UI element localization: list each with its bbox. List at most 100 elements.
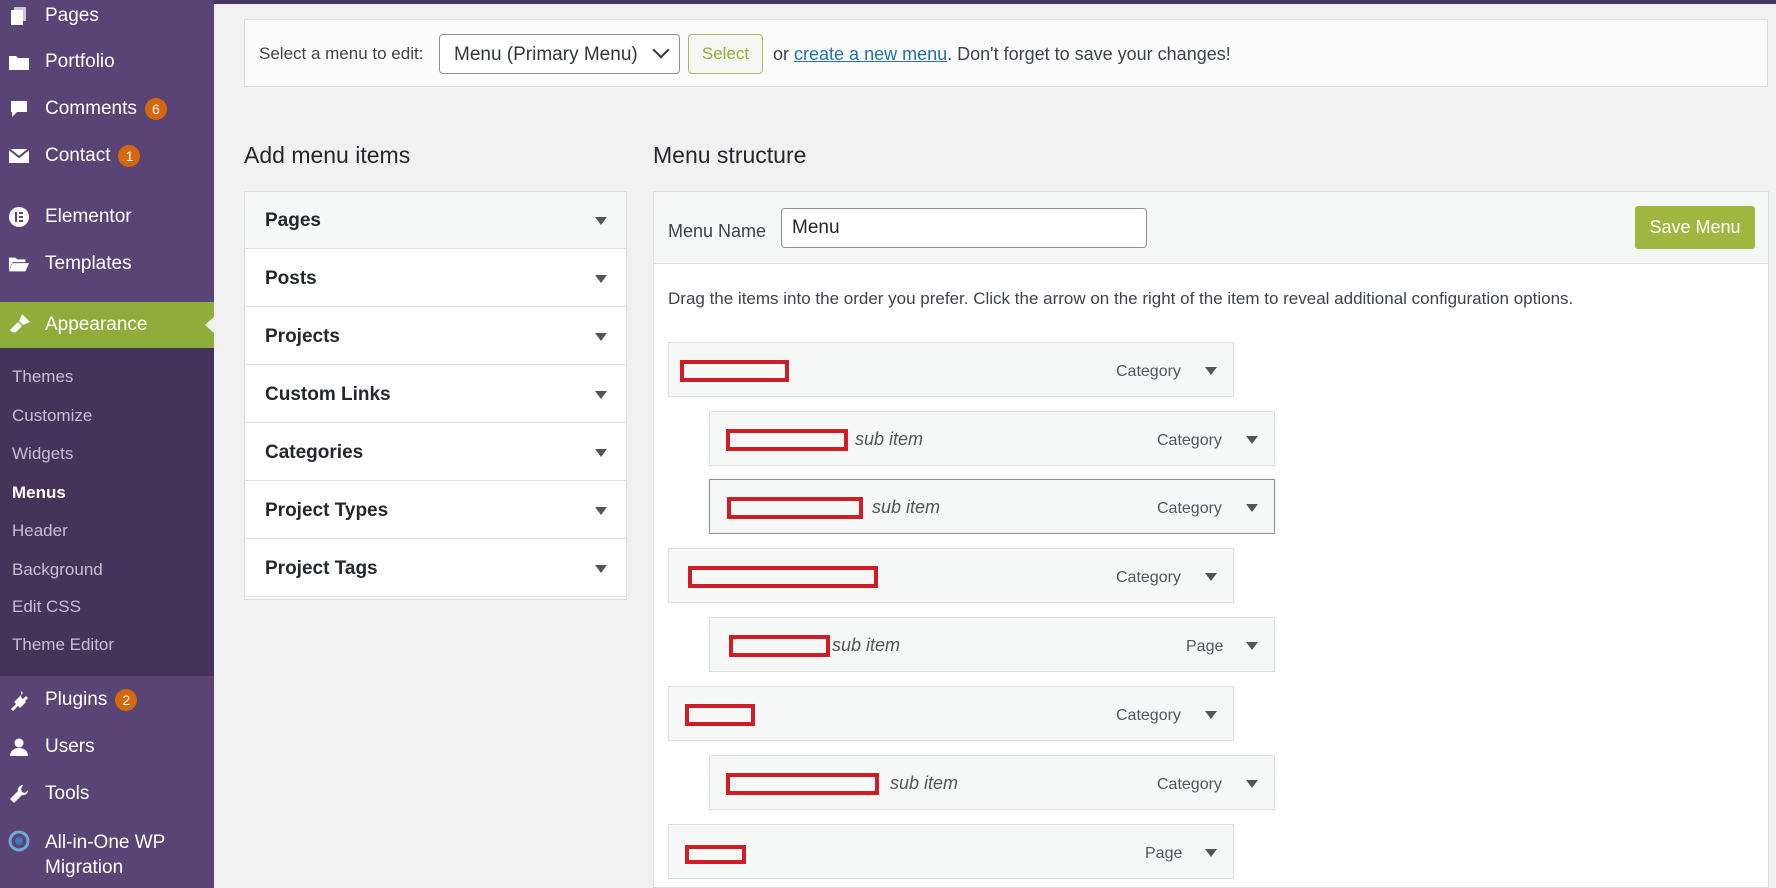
triangle-down-icon[interactable]	[595, 449, 607, 457]
admin-top-strip	[0, 0, 1776, 4]
triangle-down-icon[interactable]	[595, 565, 607, 573]
sidebar-item-elementor[interactable]: Elementor	[0, 197, 214, 237]
menu-structure-panel: Menu Name Save Menu Drag the items into …	[653, 191, 1769, 888]
plugins-update-badge: 2	[115, 688, 138, 711]
redacted-title	[729, 635, 830, 657]
sidebar-item-label: Appearance	[45, 314, 148, 335]
chevron-down-icon	[652, 41, 670, 59]
sidebar-item-contact[interactable]: Contact 1	[0, 136, 214, 176]
menu-item-type: Category	[1116, 363, 1181, 380]
accordion-section-project-tags[interactable]: Project Tags	[245, 540, 626, 597]
menu-item-type: Category	[1157, 500, 1222, 517]
sidebar-item-label-line2: Migration	[45, 857, 124, 878]
sidebar-item-portfolio[interactable]: Portfolio	[0, 42, 214, 82]
sidebar-item-templates[interactable]: Templates	[0, 244, 214, 284]
sidebar-item-label: All-in-One WP	[45, 832, 166, 853]
redacted-title	[685, 845, 746, 864]
triangle-down-icon[interactable]	[595, 275, 607, 283]
select-button[interactable]: Select	[688, 34, 763, 74]
sub-item-label: sub item	[832, 635, 901, 655]
submenu-item-header[interactable]: Header	[12, 521, 68, 541]
accordion-section-projects[interactable]: Projects	[245, 308, 626, 365]
submenu-item-background[interactable]: Background	[12, 560, 103, 580]
expand-arrow-icon[interactable]	[1201, 845, 1221, 861]
triangle-down-icon[interactable]	[595, 391, 607, 399]
triangle-down-icon[interactable]	[595, 217, 607, 225]
accordion-section-title: Categories	[265, 442, 364, 463]
sidebar-item-users[interactable]: Users	[0, 727, 214, 767]
menu-item[interactable]: sub item Category	[709, 755, 1275, 810]
comments-count-badge: 6	[144, 97, 167, 120]
redacted-title	[680, 360, 789, 382]
expand-arrow-icon[interactable]	[1201, 707, 1221, 723]
menu-instructions: Drag the items into the order you prefer…	[668, 289, 1574, 308]
add-menu-items-accordion: Pages Posts Projects Custom Links Catego…	[244, 191, 627, 600]
menu-item[interactable]: Category	[668, 342, 1234, 397]
menu-name-input[interactable]	[781, 208, 1147, 248]
expand-arrow-icon[interactable]	[1201, 363, 1221, 379]
folder-icon	[8, 51, 30, 73]
sidebar-item-label: Comments	[45, 98, 137, 119]
sidebar-item-label: Portfolio	[45, 51, 115, 72]
menu-item[interactable]: sub item Category	[709, 411, 1275, 466]
menu-item[interactable]: sub item Category	[709, 479, 1275, 534]
accordion-section-posts[interactable]: Posts	[245, 250, 626, 307]
menu-name-label: Menu Name	[668, 221, 767, 241]
expand-arrow-icon[interactable]	[1242, 432, 1262, 448]
menu-item-type: Page	[1186, 638, 1224, 655]
redacted-title	[726, 429, 848, 451]
expand-arrow-icon[interactable]	[1201, 569, 1221, 585]
sub-item-label: sub item	[855, 429, 924, 449]
expand-arrow-icon[interactable]	[1242, 500, 1262, 516]
menu-item[interactable]: sub item Page	[709, 617, 1275, 672]
accordion-section-custom-links[interactable]: Custom Links	[245, 366, 626, 423]
admin-sidebar: Pages Portfolio Comments 6 Contact 1 Eleme…	[0, 0, 214, 888]
sidebar-item-appearance[interactable]: Appearance	[0, 302, 214, 348]
menu-dropdown[interactable]: Menu (Primary Menu)	[439, 34, 680, 74]
accordion-section-title: Project Tags	[265, 558, 378, 579]
submenu-item-theme-editor[interactable]: Theme Editor	[12, 635, 114, 655]
accordion-section-project-types[interactable]: Project Types	[245, 482, 626, 539]
menu-item[interactable]: Category	[668, 548, 1234, 603]
folder-open-icon	[8, 253, 30, 275]
appearance-submenu: Themes Customize Widgets Menus Header Ba…	[0, 348, 214, 676]
user-icon	[8, 736, 30, 758]
brush-icon	[8, 312, 32, 339]
sidebar-item-label: Contact	[45, 145, 111, 166]
triangle-down-icon[interactable]	[595, 507, 607, 515]
expand-arrow-icon[interactable]	[1242, 776, 1262, 792]
accordion-section-pages[interactable]: Pages	[245, 192, 626, 249]
sidebar-item-label: Plugins	[45, 689, 108, 710]
pages-icon	[8, 5, 30, 27]
sidebar-item-label: Elementor	[45, 206, 132, 227]
menu-item-type: Page	[1145, 845, 1183, 862]
sidebar-item-all-in-one-wp-migration[interactable]: All-in-One WP Migration	[0, 826, 214, 882]
create-menu-text: or create a new menu. Don't forget to sa…	[773, 44, 1231, 65]
sidebar-item-pages[interactable]: Pages	[0, 0, 214, 36]
menu-structure-header: Menu Name Save Menu	[654, 192, 1768, 264]
triangle-down-icon[interactable]	[595, 333, 607, 341]
redacted-title	[685, 704, 755, 726]
sidebar-item-plugins[interactable]: Plugins 2	[0, 680, 214, 720]
menu-item[interactable]: Page	[668, 824, 1234, 879]
wrench-icon	[8, 783, 30, 805]
accordion-section-title: Posts	[265, 268, 317, 289]
accordion-section-title: Project Types	[265, 500, 389, 521]
migration-icon	[8, 830, 30, 852]
accordion-section-title: Custom Links	[265, 384, 391, 405]
expand-arrow-icon[interactable]	[1242, 638, 1262, 654]
submenu-item-menus[interactable]: Menus	[12, 483, 66, 503]
sidebar-item-comments[interactable]: Comments 6	[0, 89, 214, 129]
submenu-item-customize[interactable]: Customize	[12, 406, 92, 426]
submenu-item-widgets[interactable]: Widgets	[12, 444, 73, 464]
create-new-menu-link[interactable]: create a new menu	[794, 44, 947, 64]
accordion-section-categories[interactable]: Categories	[245, 424, 626, 481]
sidebar-item-label: Tools	[45, 783, 90, 804]
menu-item[interactable]: Category	[668, 686, 1234, 741]
select-menu-label: Select a menu to edit:	[259, 44, 424, 63]
accordion-section-title: Projects	[265, 326, 340, 347]
submenu-item-edit-css[interactable]: Edit CSS	[12, 597, 81, 617]
save-menu-button[interactable]: Save Menu	[1635, 206, 1755, 249]
submenu-item-themes[interactable]: Themes	[12, 367, 73, 387]
sidebar-item-tools[interactable]: Tools	[0, 774, 214, 814]
